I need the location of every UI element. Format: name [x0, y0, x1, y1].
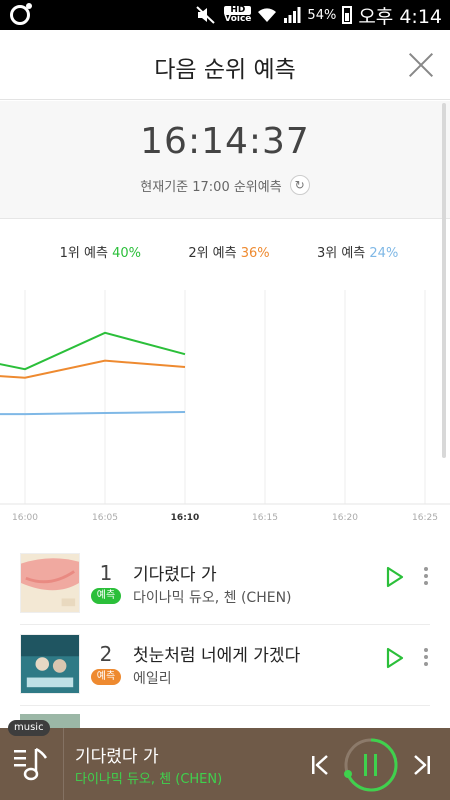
- app-notification-icon: [10, 3, 32, 25]
- mute-icon: [196, 6, 215, 24]
- chart-legend: 1위 예측 40% 2위 예측 36% 3위 예측 24%: [0, 242, 450, 261]
- more-vertical-icon[interactable]: [421, 645, 431, 671]
- song-artist-1: 다이나믹 듀오, 첸 (CHEN): [133, 590, 292, 606]
- current-time: 16:14:37: [140, 121, 310, 162]
- x-tick-label: 16:15: [252, 513, 278, 523]
- series-line-2: [0, 359, 186, 379]
- status-icons: HD Voice 54% 오후 4:14: [196, 4, 442, 28]
- refresh-icon[interactable]: ↻: [289, 175, 310, 195]
- legend-label-2: 2위 예측: [188, 246, 237, 261]
- signal-icon: [284, 7, 301, 23]
- legend-label-3: 3위 예측: [316, 246, 366, 261]
- series-line-3: [0, 410, 186, 416]
- legend-pct-2: 36%: [240, 246, 270, 261]
- prediction-basis: 현재기준 17:00 순위예측 ↻: [0, 175, 450, 195]
- x-tick-label: 16:25: [412, 513, 438, 523]
- row-divider: [20, 705, 430, 706]
- legend-item-2: 2위 예측 36%: [188, 242, 269, 261]
- song-title-2: 첫눈처럼 너에게 가겠다: [133, 646, 301, 666]
- x-tick-label: 16:10: [171, 513, 200, 523]
- song-row-1[interactable]: 1 예측 기다렸다 가 다이나믹 듀오, 첸 (CHEN): [0, 545, 450, 625]
- row-divider: [20, 624, 430, 625]
- previous-track-icon[interactable]: [310, 754, 330, 776]
- pause-icon: [364, 754, 367, 776]
- play-icon[interactable]: [385, 565, 405, 589]
- music-tag: music: [8, 720, 50, 736]
- prediction-chart: 16:00 16:05 16:10 16:15 16:20 16:25: [0, 290, 450, 523]
- clock-section: 16:14:37 현재기준 17:00 순위예측 ↻: [0, 101, 450, 219]
- status-time: 오후 4:14: [358, 5, 442, 28]
- song-artist-2: 에일리: [133, 671, 172, 687]
- legend-label-1: 1위 예측: [59, 246, 108, 261]
- mini-player[interactable]: music 기다렸다 가 다이나믹 듀오, 첸 (CHEN): [0, 720, 450, 800]
- x-tick-label: 16:20: [332, 513, 358, 523]
- song-row-2[interactable]: 2 예측 첫눈처럼 너에게 가겠다 에일리: [0, 626, 450, 706]
- player-song-artist: 다이나믹 듀오, 첸 (CHEN): [75, 772, 223, 787]
- x-tick-label: 16:05: [92, 513, 118, 523]
- close-icon[interactable]: [408, 52, 434, 78]
- hd-voice-icon: HD Voice: [224, 6, 252, 24]
- album-art-2: [20, 634, 80, 694]
- battery-icon: [342, 6, 353, 24]
- song-rank-2: 2: [99, 642, 113, 666]
- album-art-1: [20, 553, 80, 613]
- song-title-1: 기다렸다 가: [133, 565, 217, 585]
- more-vertical-icon[interactable]: [421, 564, 431, 590]
- prediction-basis-label: 현재기준 17:00 순위예측: [140, 179, 282, 195]
- music-menu-button[interactable]: [0, 728, 64, 800]
- prediction-badge-2: 예측: [91, 669, 121, 685]
- status-bar: HD Voice 54% 오후 4:14: [0, 0, 450, 30]
- play-icon[interactable]: [385, 646, 405, 670]
- legend-item-1: 1위 예측 40%: [60, 242, 141, 261]
- pause-button[interactable]: [342, 736, 400, 794]
- header: 다음 순위 예측: [0, 30, 450, 100]
- voice-label: Voice: [224, 14, 252, 24]
- legend-item-3: 3위 예측 24%: [317, 242, 398, 261]
- prediction-badge-1: 예측: [91, 588, 121, 604]
- player-song-title: 기다렸다 가: [75, 747, 159, 767]
- battery-percent: 54%: [307, 7, 337, 23]
- legend-pct-3: 24%: [369, 246, 399, 261]
- x-tick-label: 16:00: [12, 513, 38, 523]
- next-track-icon[interactable]: [412, 754, 432, 776]
- page-title: 다음 순위 예측: [154, 57, 296, 83]
- music-menu-icon: [14, 747, 48, 781]
- legend-pct-1: 40%: [112, 246, 141, 261]
- song-rank-1: 1: [99, 561, 113, 585]
- wifi-icon: [258, 8, 277, 22]
